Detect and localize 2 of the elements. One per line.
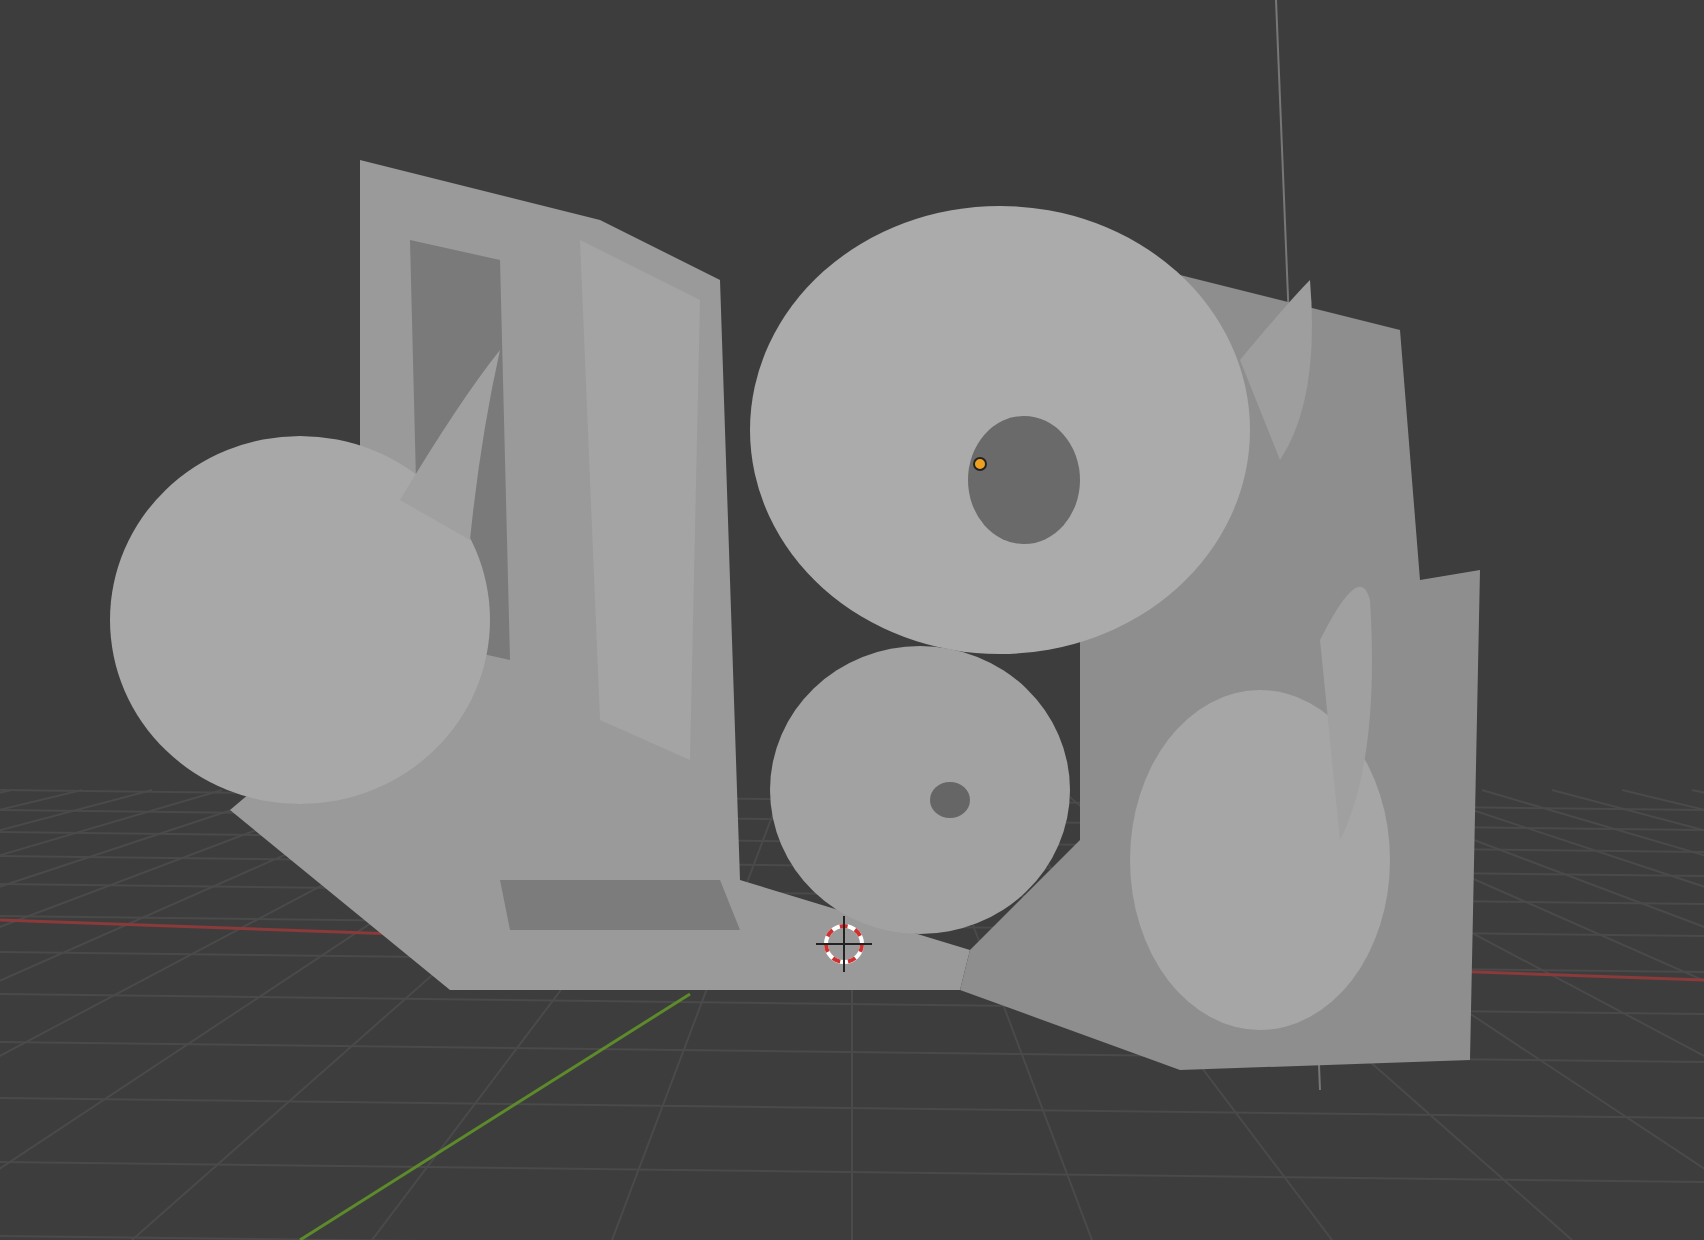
viewport-3d[interactable] (0, 0, 1704, 1240)
3d-cursor-icon[interactable] (815, 915, 873, 973)
